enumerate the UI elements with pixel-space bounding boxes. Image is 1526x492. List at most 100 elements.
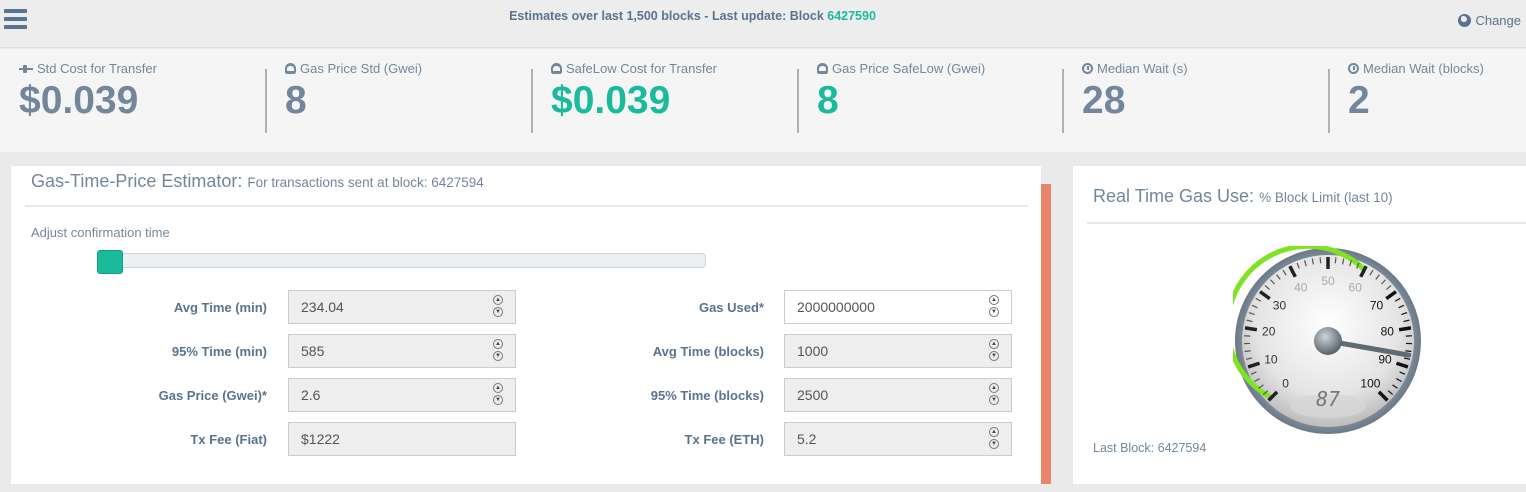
scrollbar-track[interactable] <box>1041 165 1051 184</box>
avg-time-blocks-input[interactable]: 1000 ▲ ▼ <box>784 334 1012 368</box>
gauge-tick-label: 100 <box>1360 376 1380 390</box>
field-value: 2500 <box>797 387 829 403</box>
last-block: Last Block: 6427594 <box>1093 441 1207 455</box>
gas-use-gauge: 0 10 20 30 40 50 60 70 80 90 100 87 <box>1233 246 1421 434</box>
gauge-minor-tick <box>1319 257 1322 264</box>
gauge-icon <box>285 63 296 74</box>
gauge-major-tick <box>1398 326 1412 332</box>
gauge-major-tick <box>1244 326 1258 332</box>
divider <box>797 69 799 133</box>
gauge-tick-label: 60 <box>1349 281 1363 295</box>
change-label: Change <box>1475 13 1521 28</box>
tile-gas-price-std: Gas Price Std (Gwei) 8 <box>285 61 422 121</box>
gauge-tick-label: 20 <box>1262 325 1276 339</box>
tx-fee-eth-input[interactable]: 5.2 ▲ ▼ <box>784 422 1012 456</box>
panel-title: Gas-Time-Price Estimator: For transactio… <box>31 171 484 191</box>
spinner[interactable]: ▲ ▼ <box>493 339 503 361</box>
gas-use-panel: Real Time Gas Use: % Block Limit (last 1… <box>1072 165 1526 485</box>
spinner[interactable]: ▲ ▼ <box>989 383 999 405</box>
gauge-tick-label: 10 <box>1264 353 1278 367</box>
field-label: Gas Used* <box>698 300 764 315</box>
tile-gas-price-safelow: Gas Price SafeLow (Gwei) 8 <box>817 61 985 121</box>
divider <box>531 69 533 133</box>
panel-subtitle: % Block Limit (last 10) <box>1259 190 1393 205</box>
field-value: 234.04 <box>301 299 344 315</box>
spinner[interactable]: ▲ ▼ <box>989 339 999 361</box>
field-value: 5.2 <box>797 431 817 447</box>
scrollbar-thumb[interactable] <box>1041 184 1051 484</box>
tile-safelow-cost: SafeLow Cost for Transfer $0.039 <box>551 61 717 121</box>
gauge-tick-label: 30 <box>1273 299 1287 313</box>
gauge-tick-label: 80 <box>1381 325 1395 339</box>
gauge-minor-tick <box>1405 350 1412 353</box>
tx-fee-fiat-input[interactable]: $1222 <box>288 422 516 456</box>
tile-label: SafeLow Cost for Transfer <box>566 61 718 76</box>
field-value: 2.6 <box>301 387 321 403</box>
field-label: Gas Price (Gwei)* <box>158 388 267 403</box>
field-label: 95% Time (blocks) <box>650 388 764 403</box>
panel-title: Real Time Gas Use: % Block Limit (last 1… <box>1093 186 1393 206</box>
gauge-icon <box>551 63 562 74</box>
gauge-tick-label: 0 <box>1282 376 1289 390</box>
field-label: 95% Time (min) <box>171 344 267 359</box>
estimator-panel: Gas-Time-Price Estimator: For transactio… <box>10 165 1042 485</box>
tile-value: 8 <box>817 79 839 122</box>
gas-price-gwei-input[interactable]: 2.6 ▲ ▼ <box>288 378 516 412</box>
p95-time-min-input[interactable]: 585 ▲ ▼ <box>288 334 516 368</box>
tile-std-cost: Std Cost for Transfer $0.039 <box>19 61 157 121</box>
change-currency-button[interactable]: Change <box>1458 13 1521 28</box>
field-label: Tx Fee (ETH) <box>684 432 764 447</box>
divider <box>265 69 267 133</box>
field-label: Avg Time (min) <box>173 300 267 315</box>
gauge-tick-label: 50 <box>1321 274 1335 288</box>
last-update-block: 6427590 <box>827 9 876 23</box>
gauge-icon <box>817 63 828 74</box>
divider <box>1062 69 1064 133</box>
divider <box>25 205 1028 207</box>
clock-icon <box>1348 63 1359 74</box>
field-label: Avg Time (blocks) <box>652 344 764 359</box>
tile-median-wait-blocks: Median Wait (blocks) 2 <box>1348 61 1484 121</box>
field-value: 1000 <box>797 343 829 359</box>
spinner[interactable]: ▲ ▼ <box>493 383 503 405</box>
globe-icon <box>1458 14 1472 27</box>
top-bar: Estimates over last 1,500 blocks - Last … <box>0 0 1526 48</box>
adjust-label: Adjust confirmation time <box>31 225 170 240</box>
field-label: Tx Fee (Fiat) <box>190 432 267 447</box>
divider <box>1328 69 1330 133</box>
tile-value: 8 <box>285 79 307 122</box>
gauge-hub <box>1314 327 1342 355</box>
spinner[interactable]: ▲ ▼ <box>989 295 999 317</box>
panel-subtitle: For transactions sent at block: 6427594 <box>247 175 484 190</box>
tile-value: 2 <box>1348 79 1370 122</box>
gauge-minor-tick <box>1334 257 1337 264</box>
avg-time-min-input[interactable]: 234.04 ▲ ▼ <box>288 290 516 324</box>
tile-value: $0.039 <box>19 79 139 122</box>
field-value: 585 <box>301 343 325 359</box>
field-value: 2000000000 <box>797 299 875 315</box>
field-value: $1222 <box>301 431 340 447</box>
gauge-tick-label: 90 <box>1378 353 1392 367</box>
confirmation-slider-handle[interactable] <box>97 250 123 274</box>
clock-icon <box>1082 63 1093 74</box>
tile-label: Median Wait (s) <box>1097 61 1188 76</box>
stats-row: Std Cost for Transfer $0.039 Gas Price S… <box>0 49 1526 152</box>
plane-icon <box>19 64 33 73</box>
confirmation-slider-track[interactable] <box>97 253 706 268</box>
divider <box>1087 222 1526 224</box>
tile-median-wait-s: Median Wait (s) 28 <box>1082 61 1188 121</box>
gauge-minor-tick <box>1244 350 1251 353</box>
tile-label: Gas Price Std (Gwei) <box>300 61 423 76</box>
gauge-digital-readout: 87 <box>1316 387 1340 411</box>
page-title: Estimates over last 1,500 blocks - Last … <box>509 9 876 23</box>
tile-label: Gas Price SafeLow (Gwei) <box>832 61 986 76</box>
gas-used-input[interactable]: 2000000000 ▲ ▼ <box>784 290 1012 324</box>
spinner[interactable]: ▲ ▼ <box>989 427 999 449</box>
tile-value: 28 <box>1082 79 1126 122</box>
tile-label: Std Cost for Transfer <box>37 61 157 76</box>
gauge-tick-label: 40 <box>1294 281 1308 295</box>
spinner[interactable]: ▲ ▼ <box>493 295 503 317</box>
p95-time-blocks-input[interactable]: 2500 ▲ ▼ <box>784 378 1012 412</box>
tile-label: Median Wait (blocks) <box>1363 61 1484 76</box>
tile-value: $0.039 <box>551 79 671 122</box>
